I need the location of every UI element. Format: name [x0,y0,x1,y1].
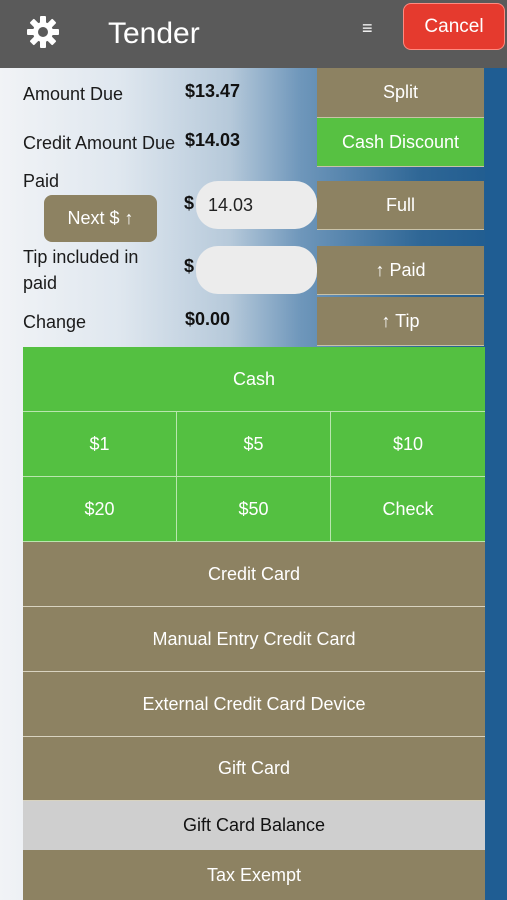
paid-currency: $ [184,193,195,213]
credit-amount-due-value: $14.03 [185,130,241,150]
full-button[interactable]: Full [317,181,484,230]
paid-label: Paid [23,171,60,191]
page-title: Tender [108,17,200,50]
cancel-button[interactable]: Cancel [403,3,505,50]
header-bar: Tender ≡ Cancel [0,0,507,68]
tip-included-label: Tip included in paid [23,247,139,293]
cash-button[interactable]: Cash [23,347,485,412]
cash-discount-button[interactable]: Cash Discount [317,118,484,167]
manual-entry-credit-card-button[interactable]: Manual Entry Credit Card [23,607,485,672]
credit-amount-due-label: Credit Amount Due [23,133,176,153]
cash-5-button[interactable]: $5 [177,412,331,477]
gift-card-balance-button[interactable]: Gift Card Balance [23,801,485,850]
right-edge-strip [485,68,507,900]
gift-card-button[interactable]: Gift Card [23,737,485,801]
menu-icon[interactable]: ≡ [362,16,373,40]
check-button[interactable]: Check [331,477,485,542]
up-paid-button[interactable]: ↑ Paid [317,246,484,295]
amount-due-value: $13.47 [185,81,241,101]
credit-card-button[interactable]: Credit Card [23,542,485,607]
cash-10-button[interactable]: $10 [331,412,485,477]
external-credit-card-device-button[interactable]: External Credit Card Device [23,672,485,737]
gear-icon[interactable] [25,14,61,50]
cash-20-button[interactable]: $20 [23,477,177,542]
tip-currency: $ [184,256,195,276]
split-button[interactable]: Split [317,68,484,118]
change-value: $0.00 [185,309,231,329]
tip-amount-input[interactable] [196,246,317,294]
paid-amount-input[interactable] [196,181,317,229]
cash-1-button[interactable]: $1 [23,412,177,477]
tax-exempt-button[interactable]: Tax Exempt [23,850,485,900]
change-label: Change [23,312,87,332]
amount-due-label: Amount Due [23,84,124,104]
next-amount-button[interactable]: Next $ ↑ [44,195,157,242]
up-tip-button[interactable]: ↑ Tip [317,297,484,346]
cash-50-button[interactable]: $50 [177,477,331,542]
